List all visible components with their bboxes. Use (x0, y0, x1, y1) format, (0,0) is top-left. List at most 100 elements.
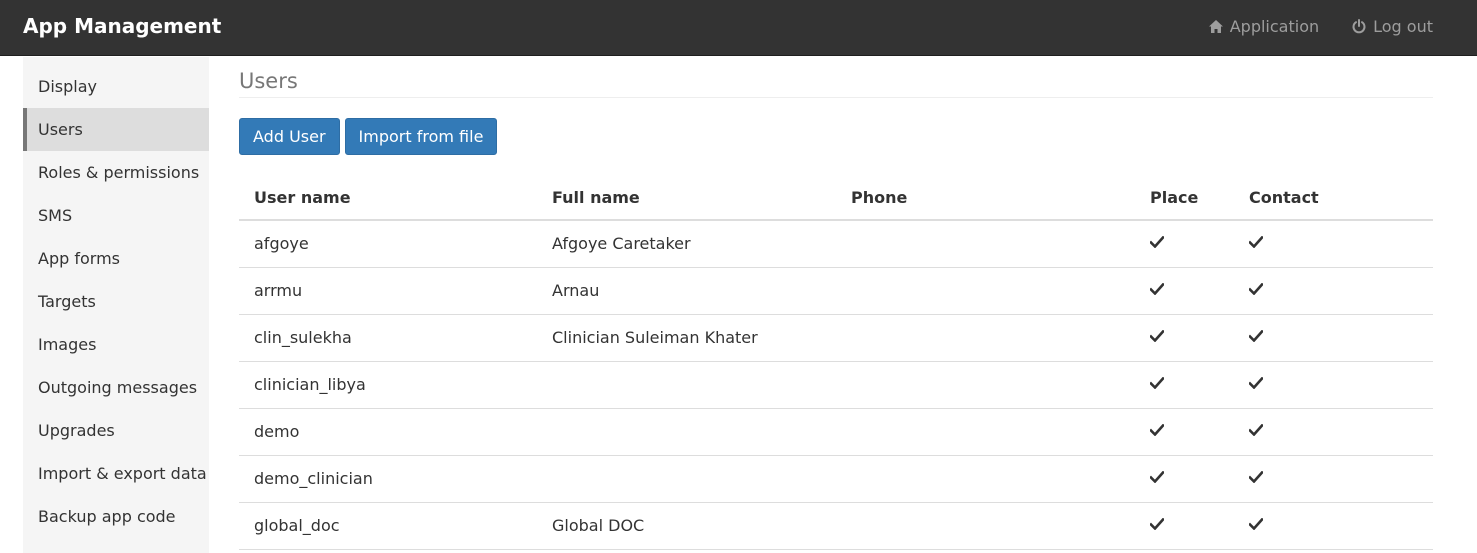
sidebar-item-backup-app-code[interactable]: Backup app code (23, 495, 209, 538)
checkmark-icon (1150, 281, 1164, 300)
top-nav: Application Log out (1208, 0, 1433, 53)
application-link[interactable]: Application (1208, 17, 1320, 36)
checkmark-icon (1249, 328, 1263, 347)
table-row[interactable]: arrmu Arnau (239, 267, 1433, 315)
sidebar-item-upgrades[interactable]: Upgrades (23, 409, 209, 452)
cell-contact (1234, 314, 1433, 362)
checkmark-icon (1150, 516, 1164, 535)
sidebar-item-label: Upgrades (38, 421, 115, 440)
cell-contact (1234, 455, 1433, 503)
app-title[interactable]: App Management (23, 0, 221, 53)
cell-username: clin_sulekha (239, 314, 537, 362)
cell-contact (1234, 220, 1433, 268)
application-link-label: Application (1229, 17, 1320, 36)
cell-full-name: Global DOC (537, 502, 836, 550)
checkmark-icon (1249, 469, 1263, 488)
cell-place (1135, 314, 1234, 362)
page-title: Users (239, 57, 1433, 98)
cell-phone (836, 267, 1135, 315)
checkmark-icon (1150, 422, 1164, 441)
add-user-button[interactable]: Add User (239, 118, 340, 155)
table-header-row: User name Full name Phone Place Contact (239, 175, 1433, 221)
table-row[interactable]: global_doc Global DOC (239, 502, 1433, 550)
sidebar-item-label: Display (38, 77, 97, 96)
table-row[interactable]: afgoye Afgoye Caretaker (239, 220, 1433, 268)
sidebar-item-roles-permissions[interactable]: Roles & permissions (23, 151, 209, 194)
user-actions: Add User Import from file (239, 118, 1433, 155)
cell-username: clinician_libya (239, 361, 537, 409)
main-content: Users Add User Import from file User nam… (239, 57, 1433, 550)
sidebar-item-display[interactable]: Display (23, 65, 209, 108)
cell-username: afgoye (239, 220, 537, 268)
sidebar-item-images[interactable]: Images (23, 323, 209, 366)
cell-phone (836, 502, 1135, 550)
users-table: User name Full name Phone Place Contact … (239, 175, 1433, 550)
sidebar-item-users[interactable]: Users (23, 108, 209, 151)
checkmark-icon (1150, 469, 1164, 488)
home-icon (1208, 20, 1223, 33)
cell-place (1135, 502, 1234, 550)
sidebar-item-outgoing-messages[interactable]: Outgoing messages (23, 366, 209, 409)
sidebar-item-label: Roles & permissions (38, 163, 200, 182)
cell-contact (1234, 408, 1433, 456)
top-navbar: App Management Application Log out (0, 0, 1477, 56)
sidebar-item-app-forms[interactable]: App forms (23, 237, 209, 280)
users-table-body: afgoye Afgoye Caretaker arrmu Arnau clin_sul… (239, 220, 1433, 550)
cell-username: global_doc (239, 502, 537, 550)
table-row[interactable]: clin_sulekha Clinician Suleiman Khater (239, 314, 1433, 362)
power-icon (1352, 19, 1366, 34)
cell-place (1135, 455, 1234, 503)
column-header-phone: Phone (836, 175, 1135, 221)
cell-full-name (537, 455, 836, 503)
table-row[interactable]: clinician_libya (239, 361, 1433, 409)
logout-link[interactable]: Log out (1352, 17, 1433, 36)
cell-place (1135, 361, 1234, 409)
checkmark-icon (1150, 328, 1164, 347)
sidebar-item-import-export[interactable]: Import & export data (23, 452, 209, 495)
sidebar-item-label: Backup app code (38, 507, 176, 526)
column-header-username: User name (239, 175, 537, 221)
column-header-place: Place (1135, 175, 1234, 221)
cell-full-name: Afgoye Caretaker (537, 220, 836, 268)
sidebar-item-label: Outgoing messages (38, 378, 198, 397)
checkmark-icon (1150, 375, 1164, 394)
checkmark-icon (1249, 281, 1263, 300)
sidebar-item-label: App forms (38, 249, 120, 268)
cell-full-name (537, 408, 836, 456)
cell-contact (1234, 361, 1433, 409)
sidebar-item-label: Import & export data (38, 464, 207, 483)
cell-contact (1234, 267, 1433, 315)
sidebar-item-label: Images (38, 335, 97, 354)
checkmark-icon (1249, 516, 1263, 535)
cell-username: demo_clinician (239, 455, 537, 503)
cell-phone (836, 220, 1135, 268)
cell-phone (836, 314, 1135, 362)
sidebar: Display Users Roles & permissions SMS Ap… (23, 57, 209, 553)
cell-username: demo (239, 408, 537, 456)
cell-contact (1234, 502, 1433, 550)
cell-place (1135, 220, 1234, 268)
logout-link-label: Log out (1373, 17, 1433, 36)
cell-full-name: Clinician Suleiman Khater (537, 314, 836, 362)
cell-username: arrmu (239, 267, 537, 315)
checkmark-icon (1249, 234, 1263, 253)
sidebar-item-sms[interactable]: SMS (23, 194, 209, 237)
import-from-file-button[interactable]: Import from file (344, 118, 498, 155)
column-header-full-name: Full name (537, 175, 836, 221)
checkmark-icon (1249, 375, 1263, 394)
table-row[interactable]: demo (239, 408, 1433, 456)
cell-full-name: Arnau (537, 267, 836, 315)
checkmark-icon (1150, 234, 1164, 253)
cell-place (1135, 267, 1234, 315)
sidebar-item-label: SMS (38, 206, 73, 225)
cell-place (1135, 408, 1234, 456)
table-row[interactable]: demo_clinician (239, 455, 1433, 503)
cell-phone (836, 408, 1135, 456)
sidebar-item-targets[interactable]: Targets (23, 280, 209, 323)
sidebar-item-label: Users (38, 120, 83, 139)
column-header-contact: Contact (1234, 175, 1433, 221)
checkmark-icon (1249, 422, 1263, 441)
cell-phone (836, 361, 1135, 409)
cell-full-name (537, 361, 836, 409)
sidebar-item-label: Targets (38, 292, 96, 311)
